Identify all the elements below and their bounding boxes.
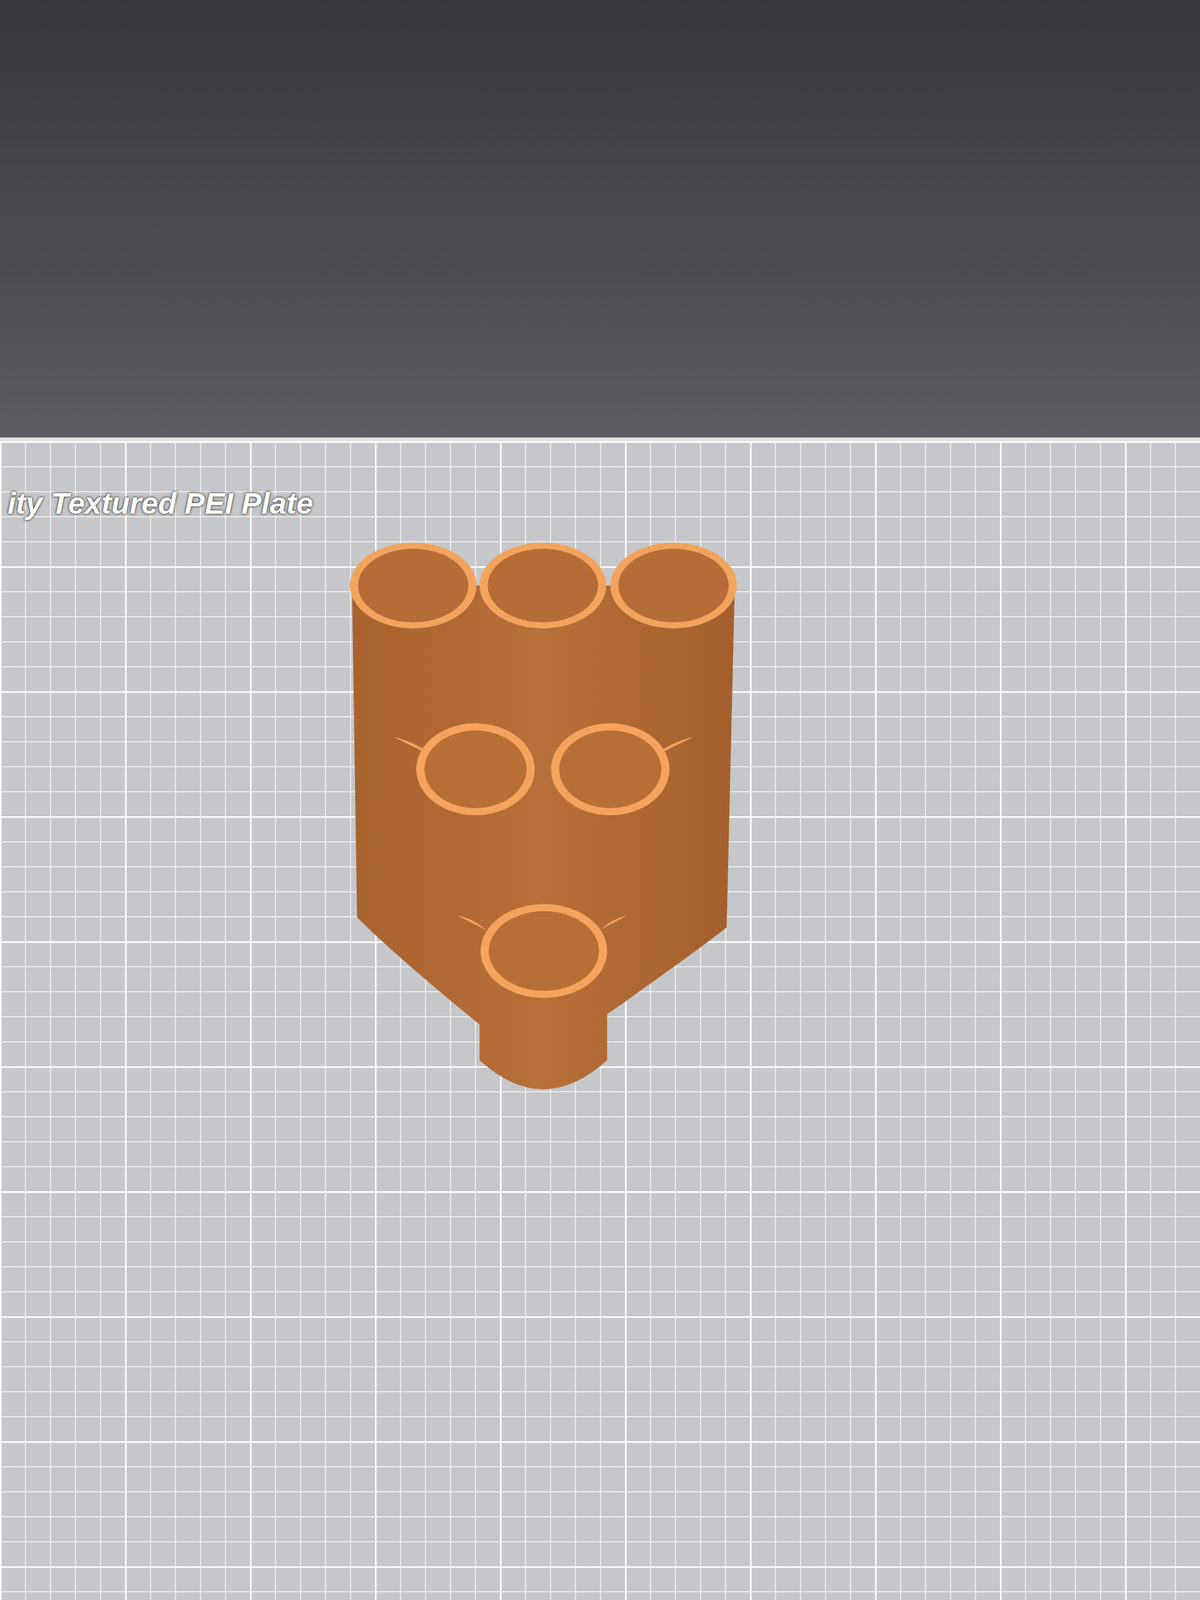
plate-label: ity Textured PEI Plate xyxy=(5,485,316,523)
build-plate[interactable]: ity Textured PEI Plate xyxy=(0,437,1200,1600)
model-3d[interactable] xyxy=(346,534,745,1107)
slicer-screen: ity Textured PEI Plate xyxy=(0,0,1200,1600)
viewport-background xyxy=(0,0,1200,438)
